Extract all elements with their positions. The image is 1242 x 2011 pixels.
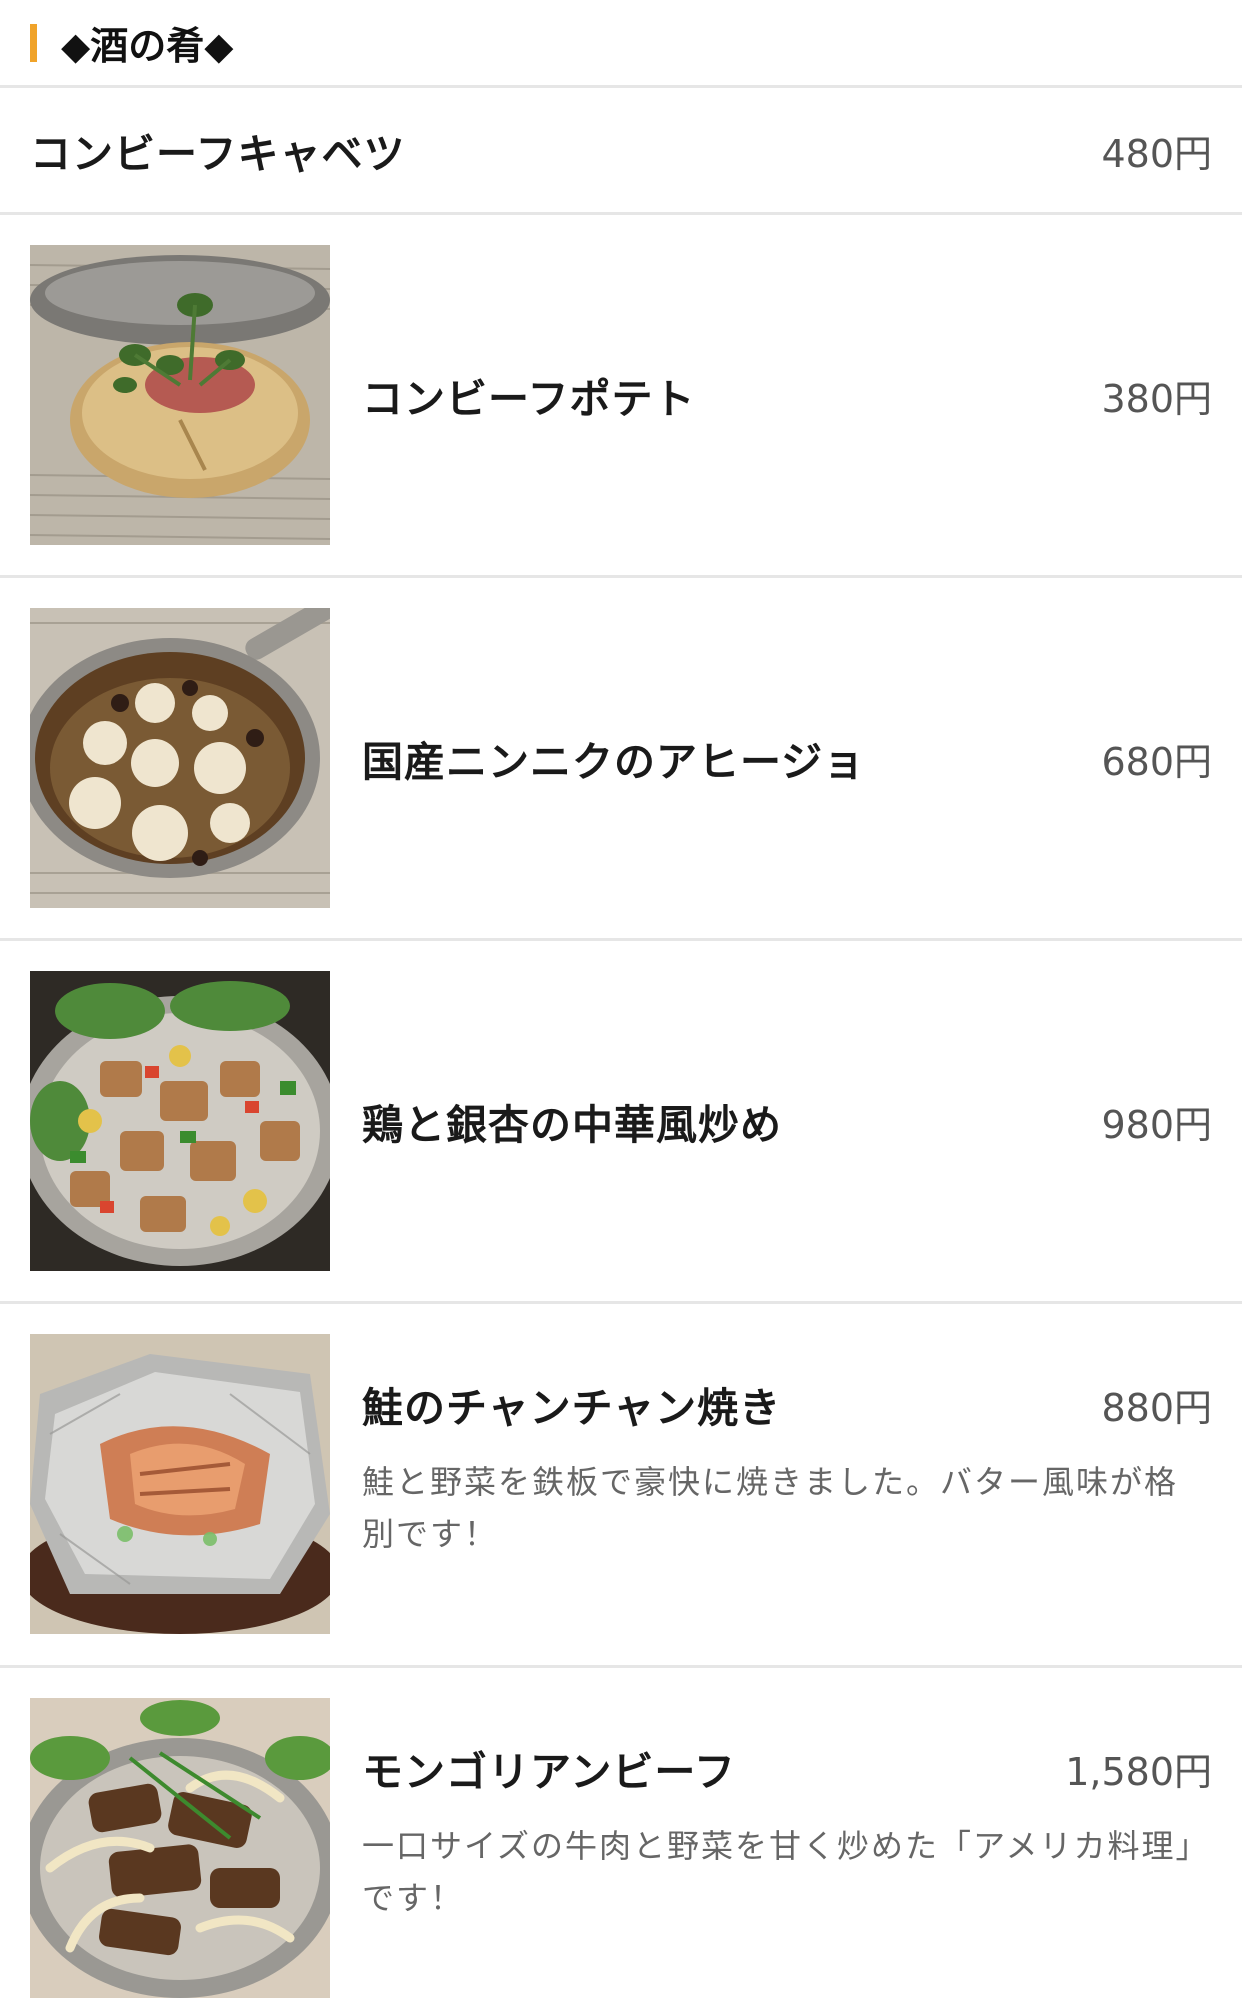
menu-item[interactable]: 鶏と銀杏の中華風炒め 980円 <box>0 941 1242 1304</box>
item-name: コンビーフキャベツ <box>30 130 406 178</box>
item-price: 680円 <box>1101 739 1212 784</box>
item-name: コンビーフポテト <box>362 375 696 423</box>
mongolian-beef-photo[interactable] <box>30 1698 330 1998</box>
salmon-foil-photo[interactable] <box>30 1334 330 1634</box>
menu-item[interactable]: コンビーフキャベツ 480円 <box>0 88 1242 215</box>
item-name: 国産ニンニクのアヒージョ <box>362 738 866 786</box>
section-title: ◆酒の肴◆ <box>61 24 234 68</box>
menu-item[interactable]: コンビーフポテト 380円 <box>0 215 1242 578</box>
item-price: 980円 <box>1101 1102 1212 1147</box>
menu-item[interactable]: モンゴリアンビーフ 1,580円 一口サイズの牛肉と野菜を甘く炒めた「アメリカ料… <box>0 1668 1242 2011</box>
item-price: 480円 <box>1101 131 1212 176</box>
item-name: 鶏と銀杏の中華風炒め <box>362 1101 782 1149</box>
baked-potato-photo[interactable] <box>30 245 330 545</box>
garlic-ajillo-photo[interactable] <box>30 608 330 908</box>
menu-item[interactable]: 鮭のチャンチャン焼き 880円 鮭と野菜を鉄板で豪快に焼きました。バター風味が格… <box>0 1304 1242 1668</box>
item-description: 鮭と野菜を鉄板で豪快に焼きました。バター風味が格別です！ <box>362 1463 1179 1553</box>
item-name: モンゴリアンビーフ <box>362 1748 736 1796</box>
section-header: ◆酒の肴◆ <box>0 0 1242 88</box>
section-accent-bar <box>30 23 37 62</box>
item-description: 一口サイズの牛肉と野菜を甘く炒めた「アメリカ料理」です！ <box>362 1827 1194 1917</box>
chicken-ginkgo-stirfry-photo[interactable] <box>30 971 330 1271</box>
item-name: 鮭のチャンチャン焼き <box>362 1384 782 1432</box>
item-price: 380円 <box>1101 376 1212 421</box>
item-price: 1,580円 <box>1065 1749 1212 1794</box>
menu-page: ◆酒の肴◆ コンビーフキャベツ 480円 コンビーフポテト 380円 国産ニンニ… <box>0 0 1242 2011</box>
menu-item[interactable]: 国産ニンニクのアヒージョ 680円 <box>0 578 1242 941</box>
item-price: 880円 <box>1101 1385 1212 1430</box>
